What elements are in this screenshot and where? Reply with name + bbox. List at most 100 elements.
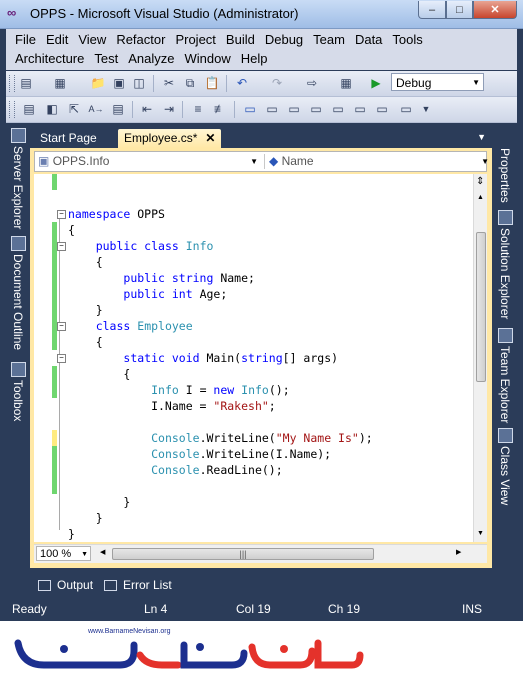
menu-tools[interactable]: Tools (387, 30, 427, 50)
parameter-info-icon[interactable]: ◧ (44, 101, 60, 117)
previous-bookmark-folder-icon[interactable]: ▭ (308, 101, 324, 117)
class-view-tab[interactable]: Class View (498, 446, 512, 505)
code-line: static void Main(string[] args) (123, 351, 339, 365)
keyword-token: public class (95, 239, 179, 253)
toolbar-grip[interactable] (9, 101, 15, 118)
new-project-icon[interactable]: ▤ (18, 75, 34, 91)
scroll-left-icon[interactable]: ◀ (100, 548, 105, 556)
save-icon[interactable]: ▣ (111, 75, 127, 91)
right-tool-window-strip: Properties Solution Explorer Team Explor… (495, 126, 517, 596)
tab-start-page[interactable]: Start Page (34, 129, 103, 148)
types-dropdown[interactable]: ▣ OPPS.Info ▼ (38, 154, 258, 169)
horizontal-scroll-thumb[interactable]: ||| (112, 548, 374, 560)
standard-toolbar: ▤ ▦ 📁 ▣ ◫ ✂ ⧉ 📋 ↶ ↷ ⇨ ▦ ▶ Debug ▼ (6, 71, 517, 97)
collapse-class-employee-icon[interactable]: − (57, 322, 66, 331)
menu-project[interactable]: Project (170, 30, 220, 50)
code-line: } (68, 527, 75, 541)
decrease-indent-icon[interactable]: ⇤ (139, 101, 155, 117)
document-list-dropdown-icon[interactable]: ▼ (477, 132, 486, 142)
copy-icon[interactable]: ⧉ (182, 75, 198, 91)
team-explorer-tab[interactable]: Team Explorer (498, 346, 512, 423)
start-debugging-icon[interactable]: ▶ (368, 75, 384, 91)
tab-employee-cs[interactable]: Employee.cs* ✕ (118, 129, 222, 148)
cut-icon[interactable]: ✂ (161, 75, 177, 91)
collapse-namespace-icon[interactable]: − (57, 210, 66, 219)
team-explorer-icon (498, 328, 513, 343)
uncomment-lines-icon[interactable]: ≢ (212, 101, 228, 117)
menu-build[interactable]: Build (221, 30, 260, 50)
tab-output[interactable]: Output (38, 576, 93, 594)
comment-lines-icon[interactable]: ≡ (190, 101, 206, 117)
members-dropdown[interactable]: ◆ Name ▼ (264, 154, 489, 169)
menu-help[interactable]: Help (236, 49, 273, 69)
paste-icon[interactable]: 📋 (204, 75, 220, 91)
type-token: Info (241, 383, 269, 397)
menu-data[interactable]: Data (350, 30, 387, 50)
menu-edit[interactable]: Edit (41, 30, 73, 50)
bookmark-icon[interactable]: ▭ (242, 101, 258, 117)
menu-analyze[interactable]: Analyze (123, 49, 179, 69)
increase-indent-icon[interactable]: ⇥ (161, 101, 177, 117)
quick-info-icon[interactable]: ⇱ (66, 101, 82, 117)
toolbar-separator (234, 101, 235, 118)
word-completion-icon[interactable]: A→ (88, 101, 104, 117)
next-bookmark-document-icon[interactable]: ▭ (374, 101, 390, 117)
close-button[interactable]: ✕ (473, 1, 517, 19)
code-line: public string Name; (123, 271, 255, 285)
minimize-button[interactable]: – (418, 1, 446, 19)
add-item-icon[interactable]: ▦ (52, 75, 68, 91)
solution-explorer-tab[interactable]: Solution Explorer (498, 228, 512, 319)
collapse-main-method-icon[interactable]: − (57, 354, 66, 363)
object-browser-icon[interactable]: ▤ (21, 101, 37, 117)
code-line: Console.WriteLine("My Name Is"); (151, 431, 373, 445)
code-line: I.Name = "Rakesh"; (68, 399, 276, 413)
redo-icon[interactable]: ↷ (269, 75, 285, 91)
scroll-right-icon[interactable]: ▶ (456, 548, 461, 556)
menu-window[interactable]: Window (179, 49, 235, 69)
scroll-down-icon[interactable]: ▼ (477, 530, 484, 537)
editor-margin: − − − − (34, 174, 66, 542)
vertical-scrollbar[interactable]: ⇕ ▲ ▼ (473, 174, 487, 542)
maximize-button[interactable]: □ (446, 1, 473, 19)
toolbar-overflow-icon[interactable]: ▼ (418, 101, 434, 117)
solution-configuration-select[interactable]: Debug ▼ (391, 73, 484, 91)
toolbox-tab[interactable]: Toolbox (11, 380, 25, 421)
logo-dot (196, 643, 204, 651)
code-editor[interactable]: − − − − namespace OPPS { public class In… (34, 174, 487, 542)
zoom-select[interactable]: 100 % ▼ (36, 546, 91, 561)
tab-error-list[interactable]: Error List (104, 576, 172, 594)
collapse-class-info-icon[interactable]: − (57, 242, 66, 251)
clear-bookmarks-icon[interactable]: ▭ (398, 101, 414, 117)
vertical-scroll-thumb[interactable] (476, 232, 486, 382)
scroll-up-icon[interactable]: ▲ (477, 194, 484, 201)
menu-refactor[interactable]: Refactor (111, 30, 170, 50)
menu-view[interactable]: View (73, 30, 111, 50)
split-window-icon[interactable]: ⇕ (476, 176, 484, 187)
next-bookmark-icon[interactable]: ▭ (286, 101, 302, 117)
open-file-icon[interactable]: 📁 (90, 75, 106, 91)
document-outline-tab[interactable]: Document Outline (11, 254, 25, 350)
menu-file[interactable]: File (10, 30, 41, 50)
navigate-backward-icon[interactable]: ⇨ (304, 75, 320, 91)
close-tab-icon[interactable]: ✕ (205, 131, 215, 145)
menu-team[interactable]: Team (308, 30, 350, 50)
toolbar-grip[interactable] (9, 75, 15, 92)
keyword-token: class (95, 319, 131, 333)
server-explorer-tab[interactable]: Server Explorer (11, 146, 25, 229)
navigate-forward-icon[interactable]: ▦ (338, 75, 354, 91)
previous-bookmark-icon[interactable]: ▭ (264, 101, 280, 117)
save-all-icon[interactable]: ◫ (131, 75, 147, 91)
display-word-icon[interactable]: ▤ (110, 101, 126, 117)
previous-bookmark-document-icon[interactable]: ▭ (352, 101, 368, 117)
menu-test[interactable]: Test (89, 49, 123, 69)
next-bookmark-folder-icon[interactable]: ▭ (330, 101, 346, 117)
outline-line (59, 214, 60, 530)
properties-tab[interactable]: Properties (498, 148, 512, 203)
code-line: Console.WriteLine(I.Name); (151, 447, 332, 461)
menu-debug[interactable]: Debug (260, 30, 308, 50)
undo-icon[interactable]: ↶ (234, 75, 250, 91)
menu-architecture[interactable]: Architecture (10, 49, 89, 69)
document-tabs: Start Page Employee.cs* ✕ ▼ (30, 126, 492, 148)
code-line: { (68, 335, 103, 349)
unsaved-change-marker (52, 430, 57, 446)
